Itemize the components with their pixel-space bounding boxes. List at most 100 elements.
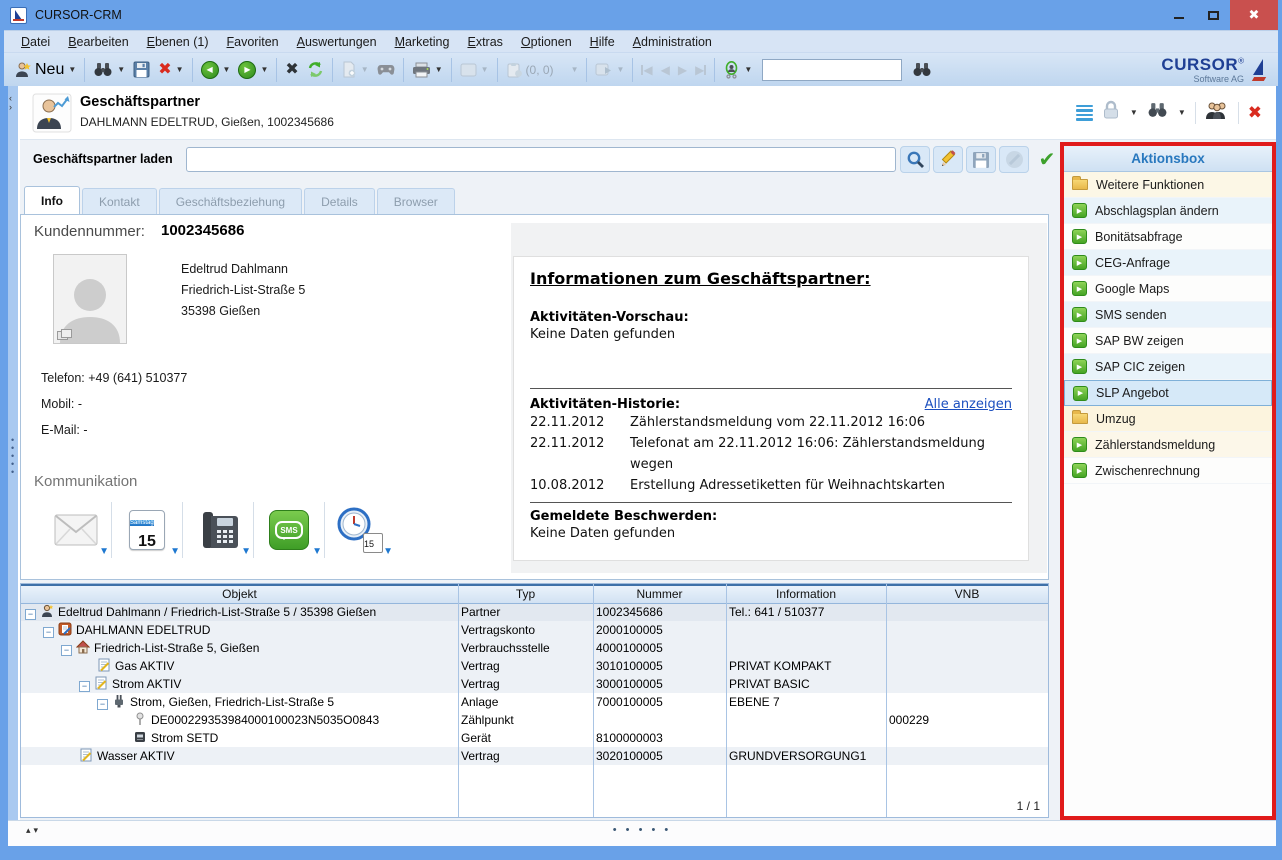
phone-dropdown-caret[interactable]: ▼ [241, 546, 251, 557]
sms-action-button[interactable]: SMS ▼ [254, 501, 324, 559]
col-typ[interactable]: Typ [458, 585, 593, 603]
splitter-handle-dots[interactable]: • • • • • [613, 824, 671, 836]
panel-collapse-icon[interactable]: ‹› [9, 94, 12, 112]
task-action-button[interactable]: 15 ▼ [325, 501, 395, 559]
forward-dropdown-caret[interactable]: ▼ [260, 65, 268, 74]
close-button[interactable]: ✖ [1230, 0, 1278, 30]
search-button[interactable]: ▼ [89, 59, 129, 80]
table-row[interactable]: Edeltrud Dahlmann / Friedrich-List-Straß… [21, 603, 1048, 621]
person-search-button[interactable]: ▼ [719, 58, 756, 82]
collapse-icon[interactable] [79, 681, 90, 692]
back-button[interactable]: ◀▼ [197, 58, 235, 82]
table-row[interactable]: Strom AKTIV Vertrag3000100005PRIVAT BASI… [21, 675, 1048, 693]
lock-button[interactable] [1102, 100, 1120, 125]
print-button[interactable]: ▼ [408, 59, 447, 81]
delete-button[interactable]: ✖ ▼ [154, 59, 187, 81]
col-nummer[interactable]: Nummer [593, 585, 726, 603]
delete-dropdown-caret[interactable]: ▼ [176, 65, 184, 74]
nav-next-button[interactable]: ▶ [674, 60, 691, 80]
contacts-button[interactable] [1205, 101, 1229, 125]
phone-action-button[interactable]: ▼ [183, 501, 253, 559]
table-row[interactable]: DE000229353984000100023N5035O0843 Zählpu… [21, 711, 1048, 729]
aktionsbox-item-weitere-funktionen[interactable]: Weitere Funktionen [1064, 172, 1272, 198]
menu-auswertungen[interactable]: Auswertungen [288, 33, 386, 51]
new-dropdown-caret[interactable]: ▼ [68, 65, 76, 74]
splitter-updown-icons[interactable]: ▴▾ [26, 825, 41, 836]
collapse-icon[interactable] [43, 627, 54, 638]
appointment-dropdown-caret[interactable]: ▼ [170, 546, 180, 557]
lookup-button[interactable] [900, 146, 930, 173]
aktionsbox-item-umzug[interactable]: Umzug [1064, 406, 1272, 432]
table-row[interactable]: Wasser AKTIV Vertrag3020100005GRUNDVERSO… [21, 747, 1048, 765]
table-row[interactable]: DAHLMANN EDELTRUD Vertragskonto200010000… [21, 621, 1048, 639]
aktionsbox-item-bonitaetsabfrage[interactable]: ▶Bonitätsabfrage [1064, 224, 1272, 250]
aktionsbox-item-abschlagsplan[interactable]: ▶Abschlagsplan ändern [1064, 198, 1272, 224]
save-button[interactable] [129, 58, 154, 81]
col-information[interactable]: Information [726, 585, 886, 603]
print-dropdown-caret[interactable]: ▼ [435, 65, 443, 74]
left-collapsed-panel[interactable]: ‹› ••••• [8, 86, 20, 820]
lock-dropdown-caret[interactable]: ▼ [1130, 108, 1138, 117]
alle-anzeigen-link[interactable]: Alle anzeigen [925, 397, 1012, 412]
table-row[interactable]: Strom, Gießen, Friedrich-List-Straße 5 A… [21, 693, 1048, 711]
menu-datei[interactable]: Datei [12, 33, 59, 51]
image-button[interactable]: ▼ [456, 60, 493, 80]
collapse-icon[interactable] [25, 609, 36, 620]
cancel-button[interactable] [999, 146, 1029, 173]
table-row[interactable]: Strom SETD Gerät8100000003 [21, 729, 1048, 747]
email-dropdown-caret[interactable]: ▼ [99, 546, 109, 557]
nav-first-button[interactable]: ◀ [637, 60, 656, 80]
collapse-icon[interactable] [61, 645, 72, 656]
table-row[interactable]: Friedrich-List-Straße 5, Gießen Verbrauc… [21, 639, 1048, 657]
menu-bearbeiten[interactable]: Bearbeiten [59, 33, 137, 51]
sms-dropdown-caret[interactable]: ▼ [312, 546, 322, 557]
new-button[interactable]: Neu ▼ [10, 58, 80, 82]
tab-geschaeftsbeziehung[interactable]: Geschäftsbeziehung [159, 188, 302, 214]
menu-administration[interactable]: Administration [624, 33, 721, 51]
col-vnb[interactable]: VNB [886, 585, 1048, 603]
back-dropdown-caret[interactable]: ▼ [223, 65, 231, 74]
maximize-button[interactable] [1196, 0, 1230, 30]
menu-extras[interactable]: Extras [458, 33, 511, 51]
tab-browser[interactable]: Browser [377, 188, 455, 214]
minimize-button[interactable] [1162, 0, 1196, 30]
col-objekt[interactable]: Objekt [21, 585, 458, 603]
menu-favoriten[interactable]: Favoriten [218, 33, 288, 51]
menu-ebenen[interactable]: Ebenen (1) [138, 33, 218, 51]
aktionsbox-item-sap-cic[interactable]: ▶SAP CIC zeigen [1064, 354, 1272, 380]
quick-search-input[interactable] [762, 59, 902, 81]
menu-hilfe[interactable]: Hilfe [581, 33, 624, 51]
tab-kontakt[interactable]: Kontakt [82, 188, 157, 214]
panel-splitter-dots[interactable]: ••••• [11, 436, 14, 476]
forward-button[interactable]: ▶▼ [234, 58, 272, 82]
aktionsbox-item-ceg-anfrage[interactable]: ▶CEG-Anfrage [1064, 250, 1272, 276]
menu-optionen[interactable]: Optionen [512, 33, 581, 51]
partner-load-input[interactable] [186, 147, 896, 172]
new-document-button[interactable]: ▼ [337, 58, 373, 81]
table-row[interactable]: Gas AKTIV Vertrag3010100005PRIVAT KOMPAK… [21, 657, 1048, 675]
aktionsbox-item-sap-bw[interactable]: ▶SAP BW zeigen [1064, 328, 1272, 354]
save-record-button[interactable] [966, 146, 996, 173]
refresh-button[interactable] [303, 58, 328, 81]
export-button[interactable]: ▼ [591, 59, 628, 80]
close-record-button[interactable]: ✖ [281, 59, 302, 81]
collapse-icon[interactable] [97, 699, 108, 710]
tab-details[interactable]: Details [304, 188, 375, 214]
aktionsbox-item-zaehlerstandsmeldung[interactable]: ▶Zählerstandsmeldung [1064, 432, 1272, 458]
photo-overlay-icon[interactable] [57, 331, 68, 340]
find-button[interactable] [908, 59, 936, 80]
aktionsbox-item-slp-angebot[interactable]: ▶SLP Angebot [1064, 380, 1272, 406]
email-action-button[interactable]: ▼ [41, 501, 111, 559]
close-entity-button[interactable]: ✖ [1248, 103, 1262, 123]
tab-info[interactable]: Info [24, 186, 80, 214]
search-dropdown-caret[interactable]: ▼ [117, 65, 125, 74]
aktionsbox-item-sms-senden[interactable]: ▶SMS senden [1064, 302, 1272, 328]
nav-last-button[interactable]: ▶ [691, 60, 710, 80]
record-search-button[interactable] [1147, 102, 1168, 123]
task-dropdown-caret[interactable]: ▼ [383, 546, 393, 557]
aktionsbox-item-google-maps[interactable]: ▶Google Maps [1064, 276, 1272, 302]
record-search-caret[interactable]: ▼ [1178, 108, 1186, 117]
list-menu-icon[interactable] [1076, 105, 1093, 121]
confirm-button[interactable]: ✔ [1032, 146, 1062, 173]
edit-button[interactable] [933, 146, 963, 173]
